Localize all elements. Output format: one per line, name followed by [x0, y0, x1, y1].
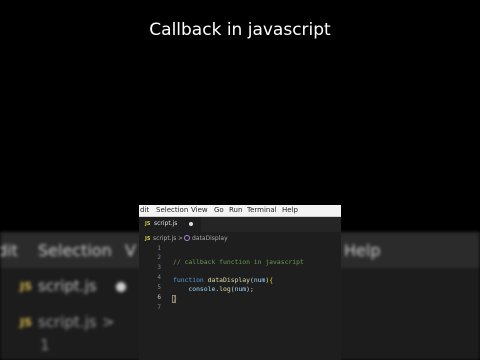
background-menu-selection: Selection [38, 241, 112, 260]
code-keyword-function: function [173, 276, 204, 284]
code-argument: num [234, 285, 247, 293]
background-menu-view: V [125, 241, 136, 260]
breadcrumb-separator: > [178, 235, 184, 242]
menu-view[interactable]: View [191, 206, 208, 215]
background-breadcrumb-js-icon: JS [20, 316, 33, 329]
background-unsaved-dot-icon [116, 282, 126, 292]
tab-label: script.js [154, 220, 178, 227]
line-number: 3 [157, 264, 161, 271]
breadcrumb-javascript-file-icon: JS [145, 236, 151, 242]
code-function-name: dataDisplay [207, 276, 250, 284]
breadcrumb-file[interactable]: script.js [153, 235, 176, 243]
code-call-end: ); [246, 285, 254, 293]
line-number: 7 [157, 304, 161, 311]
line-number: 4 [157, 274, 161, 281]
background-breadcrumb-separator: > [102, 313, 115, 331]
code-line-function-declaration: function dataDisplay(num){ [173, 276, 273, 284]
menu-edit[interactable]: dit [140, 206, 149, 215]
code-line-comment: // callback function in javascript [173, 258, 304, 266]
breadcrumb: JS script.js > dataDisplay [139, 233, 341, 245]
background-menu-edit: dit [0, 241, 18, 260]
line-number: 1 [157, 245, 161, 252]
video-title: Callback in javascript [149, 20, 331, 40]
javascript-file-icon: JS [145, 221, 151, 227]
tab-bar: JS script.js [139, 217, 341, 232]
unsaved-dot-icon[interactable] [189, 222, 193, 226]
code-parameter: num [253, 276, 266, 284]
menu-run[interactable]: Run [229, 206, 242, 215]
tab-script-js[interactable]: JS script.js [139, 217, 201, 232]
menu-selection[interactable]: Selection [156, 206, 188, 215]
code-comment: // callback function in javascript [173, 258, 304, 266]
background-javascript-file-icon: JS [20, 280, 33, 293]
line-number-active: 6 [157, 294, 161, 301]
menu-go[interactable]: Go [214, 206, 224, 215]
line-number: 2 [157, 254, 161, 261]
background-breadcrumb-file: script.js [38, 313, 97, 331]
text-cursor [172, 295, 176, 303]
menubar: dit Selection View Go Run Terminal Help [139, 205, 341, 217]
code-open-brace: { [269, 276, 274, 284]
menu-terminal[interactable]: Terminal [247, 206, 277, 215]
menu-help[interactable]: Help [282, 206, 298, 215]
background-line-number: 1 [40, 336, 50, 354]
background-menu-help: Help [344, 241, 381, 260]
code-line-console-log: console.log(num); [173, 285, 254, 293]
breadcrumb-symbol[interactable]: dataDisplay [192, 235, 228, 243]
line-number: 5 [157, 284, 161, 291]
function-symbol-icon [184, 235, 190, 241]
code-log-function: log [219, 285, 231, 293]
code-editor-window: dit Selection View Go Run Terminal Help … [139, 205, 341, 360]
code-area[interactable]: 1 2 3 4 5 6 7 // callback function in ja… [139, 245, 341, 360]
background-tab-label: script.js [38, 277, 97, 295]
code-console-object: console [188, 285, 216, 293]
